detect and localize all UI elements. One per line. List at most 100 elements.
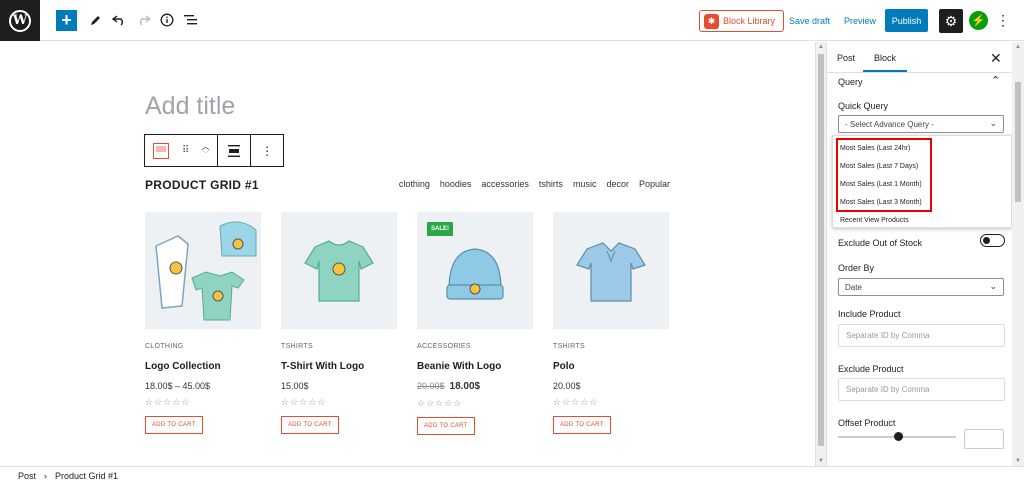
- section-query-title: Query: [838, 77, 863, 87]
- star-rating: ☆☆☆☆☆: [553, 397, 599, 407]
- chevron-up-icon[interactable]: ⌃: [991, 74, 1000, 87]
- settings-sidebar: Post Block ✕ Query ⌃ Quick Query - Selec…: [826, 42, 1013, 466]
- filter-music[interactable]: music: [573, 179, 597, 189]
- old-price: 20.00$: [417, 381, 445, 391]
- star-rating: ☆☆☆☆☆: [417, 398, 463, 408]
- filter-clothing[interactable]: clothing: [399, 179, 430, 189]
- breadcrumb-post[interactable]: Post: [18, 471, 36, 481]
- sale-badge: SALE!: [427, 222, 453, 236]
- product-card: SALE! ACCESSORIES Beanie With Logo 20.00…: [417, 212, 533, 435]
- jetpack-icon[interactable]: ⚡: [969, 11, 988, 30]
- chevron-down-icon: ⌄: [989, 281, 997, 291]
- offset-slider-handle[interactable]: [894, 432, 903, 441]
- product-category: TSHIRTS: [553, 343, 585, 350]
- block-library-label: Block Library: [723, 16, 776, 26]
- product-image-polo[interactable]: [553, 212, 669, 329]
- star-rating: ☆☆☆☆☆: [281, 397, 327, 407]
- block-toolbar: ⠿ ︿ ﹀ ⋮: [144, 134, 284, 167]
- quick-query-select[interactable]: - Select Advance Query - ⌄: [838, 115, 1004, 133]
- editor-scrollbar[interactable]: ▲ ▼: [815, 42, 826, 466]
- more-options-icon[interactable]: ⋮: [996, 12, 1010, 29]
- filter-popular[interactable]: Popular: [639, 179, 670, 189]
- exclude-product-input[interactable]: Separate ID by Comma: [838, 378, 1005, 401]
- wordpress-icon: W: [9, 9, 31, 32]
- chevron-right-icon: ›: [44, 471, 48, 481]
- order-by-label: Order By: [838, 263, 875, 273]
- preview-button[interactable]: Preview: [844, 16, 876, 26]
- wordpress-logo-button[interactable]: W: [0, 0, 40, 41]
- pencil-icon[interactable]: [84, 9, 106, 31]
- block-library-button[interactable]: ✱ Block Library: [699, 10, 784, 32]
- product-title[interactable]: T-Shirt With Logo: [281, 361, 397, 372]
- filter-accessories[interactable]: accessories: [481, 179, 529, 189]
- dropdown-option[interactable]: Most Sales (Last 3 Month): [840, 199, 922, 206]
- product-card: TSHIRTS T-Shirt With Logo 15.00$ ☆☆☆☆☆ A…: [281, 212, 397, 435]
- product-price: 20.00$: [553, 381, 581, 391]
- star-rating: ☆☆☆☆☆: [145, 397, 191, 407]
- product-grid-block-icon[interactable]: [145, 135, 178, 166]
- exclude-product-label: Exclude Product: [838, 364, 904, 374]
- product-image-tshirt[interactable]: [281, 212, 397, 329]
- dropdown-option[interactable]: Most Sales (Last 24hr): [840, 145, 910, 152]
- product-price: 15.00$: [281, 381, 309, 391]
- chevron-down-icon: ⌄: [989, 118, 997, 128]
- product-image-beanie[interactable]: SALE!: [417, 212, 533, 329]
- move-up-down-icon[interactable]: ︿ ﹀: [194, 135, 218, 166]
- filter-tshirts[interactable]: tshirts: [539, 179, 563, 189]
- product-title[interactable]: Polo: [553, 361, 669, 372]
- product-price: 20.00$ 18.00$: [417, 381, 533, 392]
- info-icon[interactable]: [156, 9, 178, 31]
- breadcrumb: Post › Product Grid #1: [0, 466, 1024, 485]
- quick-query-label: Quick Query: [838, 101, 889, 111]
- redo-icon[interactable]: [133, 9, 155, 31]
- filter-hoodies[interactable]: hoodies: [440, 179, 472, 189]
- product-list: CLOTHING Logo Collection 18.00$ – 45.00$…: [145, 212, 669, 435]
- editor-canvas: Add title ⠿ ︿ ﹀ ⋮ PRODUCT GRID #1 clothin…: [0, 42, 815, 466]
- sale-price: 18.00$: [449, 381, 481, 392]
- list-view-icon[interactable]: [180, 9, 202, 31]
- exclude-out-of-stock-label: Exclude Out of Stock: [838, 238, 923, 248]
- top-toolbar: W + ✱ Block Library Save draft Preview P…: [0, 0, 1024, 41]
- product-category: ACCESSORIES: [417, 343, 471, 350]
- sidebar-scrollbar[interactable]: ▲ ▼: [1012, 42, 1024, 466]
- category-filters: clothing hoodies accessories tshirts mus…: [399, 179, 670, 189]
- add-to-cart-button[interactable]: ADD TO CART: [417, 417, 475, 435]
- include-product-input[interactable]: Separate ID by Comma: [838, 324, 1005, 347]
- exclude-out-of-stock-toggle[interactable]: [980, 234, 1005, 247]
- dropdown-option[interactable]: Recent View Products: [840, 217, 909, 224]
- close-icon[interactable]: ✕: [990, 50, 1002, 67]
- block-options-icon[interactable]: ⋮: [251, 135, 283, 166]
- add-to-cart-button[interactable]: ADD TO CART: [281, 416, 339, 434]
- product-image-logo-collection[interactable]: [145, 212, 261, 329]
- dropdown-option[interactable]: Most Sales (Last 7 Days): [840, 163, 918, 170]
- product-card: TSHIRTS Polo 20.00$ ☆☆☆☆☆ ADD TO CART: [553, 212, 669, 435]
- shopping-bag-icon: ✱: [704, 13, 719, 29]
- offset-number-input[interactable]: [964, 429, 1004, 449]
- add-to-cart-button[interactable]: ADD TO CART: [553, 416, 611, 434]
- sidebar-tabs: Post Block ✕: [827, 42, 1013, 73]
- order-by-select[interactable]: Date ⌄: [838, 278, 1004, 296]
- product-title[interactable]: Logo Collection: [145, 361, 261, 372]
- filter-decor[interactable]: decor: [606, 179, 629, 189]
- settings-gear-icon[interactable]: ⚙: [939, 9, 963, 33]
- product-category: CLOTHING: [145, 343, 184, 350]
- post-title-input[interactable]: Add title: [145, 92, 235, 121]
- dropdown-option[interactable]: Most Sales (Last 1 Month): [840, 181, 922, 188]
- product-title[interactable]: Beanie With Logo: [417, 361, 533, 372]
- publish-button[interactable]: Publish: [885, 9, 928, 32]
- tab-block[interactable]: Block: [874, 53, 896, 63]
- breadcrumb-product-grid[interactable]: Product Grid #1: [55, 471, 118, 481]
- save-draft-button[interactable]: Save draft: [789, 16, 830, 26]
- product-card: CLOTHING Logo Collection 18.00$ – 45.00$…: [145, 212, 261, 435]
- product-price: 18.00$ – 45.00$: [145, 381, 211, 391]
- product-grid-heading: PRODUCT GRID #1: [145, 178, 259, 192]
- offset-product-label: Offset Product: [838, 418, 896, 428]
- include-product-label: Include Product: [838, 309, 901, 319]
- drag-handle-icon[interactable]: ⠿: [178, 135, 194, 166]
- quick-query-dropdown: Most Sales (Last 24hr) Most Sales (Last …: [832, 135, 1012, 228]
- add-to-cart-button[interactable]: ADD TO CART: [145, 416, 203, 434]
- add-block-button[interactable]: +: [56, 10, 77, 31]
- undo-icon[interactable]: [108, 9, 130, 31]
- tab-post[interactable]: Post: [837, 53, 855, 63]
- align-icon[interactable]: [218, 135, 250, 166]
